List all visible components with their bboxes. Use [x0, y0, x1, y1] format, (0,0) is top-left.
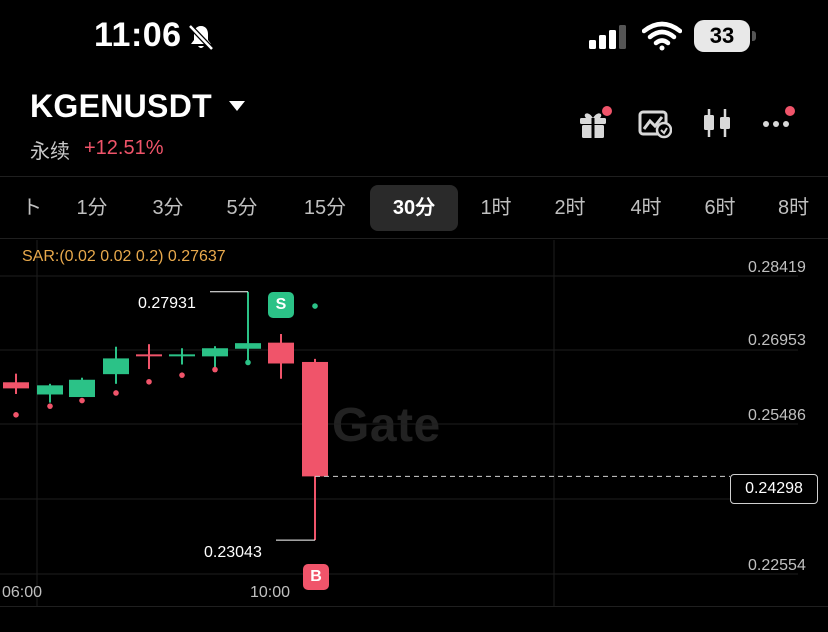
- status-time: 11:06: [94, 16, 182, 54]
- candle-body: [202, 348, 228, 357]
- price-change-percent: +12.51%: [84, 137, 164, 159]
- candle-body: [235, 343, 261, 349]
- candle-body: [302, 361, 328, 477]
- sar-indicator-label: SAR:(0.02 0.02 0.2) 0.27637: [22, 248, 226, 265]
- tab-4h[interactable]: 4时: [618, 185, 674, 231]
- trading-pair-title[interactable]: KGENUSDT: [30, 88, 212, 125]
- sell-marker[interactable]: S: [268, 292, 294, 318]
- low-price-callout: 0.23043: [204, 544, 262, 561]
- sar-dot: [312, 303, 318, 309]
- y-axis-label: 0.22554: [748, 557, 806, 574]
- candle-body: [103, 358, 129, 375]
- current-price-tag: 0.24298: [730, 474, 818, 504]
- tab-interval-partial[interactable]: ト: [0, 185, 42, 231]
- sar-dot: [179, 372, 185, 378]
- sar-dot: [79, 397, 85, 404]
- tab-3m[interactable]: 3分: [140, 185, 196, 231]
- sar-dot: [47, 403, 53, 409]
- x-axis-label: 10:00: [250, 584, 291, 601]
- y-axis-label: 0.25486: [748, 407, 806, 424]
- candle-body: [136, 354, 162, 357]
- gift-notification-dot: [602, 106, 612, 116]
- tab-1m[interactable]: 1分: [64, 185, 120, 231]
- tab-5m[interactable]: 5分: [214, 185, 270, 231]
- candle-body: [3, 382, 29, 389]
- tab-1h[interactable]: 1时: [468, 185, 524, 231]
- tab-8h-clip: 8时: [768, 185, 828, 231]
- caret-down-icon[interactable]: [228, 100, 246, 112]
- tab-30m[interactable]: 30分: [370, 185, 458, 231]
- candle-body: [37, 385, 63, 395]
- cellular-signal-icon: [589, 25, 626, 49]
- tabs-divider: [0, 238, 828, 239]
- contract-type-label: 永续: [30, 141, 70, 163]
- tab-6h[interactable]: 6时: [692, 185, 748, 231]
- sar-dot: [113, 390, 119, 396]
- battery-tip: [752, 31, 756, 41]
- candlestick-chart-icon[interactable]: [700, 106, 734, 140]
- y-axis-label: 0.28419: [748, 259, 806, 276]
- header-divider: [0, 176, 828, 177]
- candle-body: [169, 354, 195, 357]
- sar-dot: [245, 359, 251, 366]
- sar-dot: [146, 378, 152, 385]
- candlestick-chart[interactable]: [0, 240, 828, 620]
- tab-15m[interactable]: 15分: [292, 185, 358, 231]
- bell-muted-icon: [188, 24, 214, 51]
- tab-8h[interactable]: 8时: [768, 185, 828, 231]
- candle-body: [268, 342, 294, 364]
- chart-image-icon[interactable]: [638, 106, 672, 140]
- x-axis-label: 06:00: [2, 584, 43, 601]
- buy-marker[interactable]: B: [303, 564, 329, 590]
- sar-dot: [212, 366, 218, 373]
- sar-dot: [13, 412, 19, 418]
- more-notification-dot: [785, 106, 795, 116]
- wifi-icon: [642, 21, 682, 51]
- candle-body: [69, 379, 95, 398]
- bottom-divider: [0, 606, 828, 607]
- battery-indicator: 33: [694, 20, 750, 52]
- y-axis-label: 0.26953: [748, 332, 806, 349]
- tab-2h[interactable]: 2时: [542, 185, 598, 231]
- high-price-callout: 0.27931: [138, 295, 196, 312]
